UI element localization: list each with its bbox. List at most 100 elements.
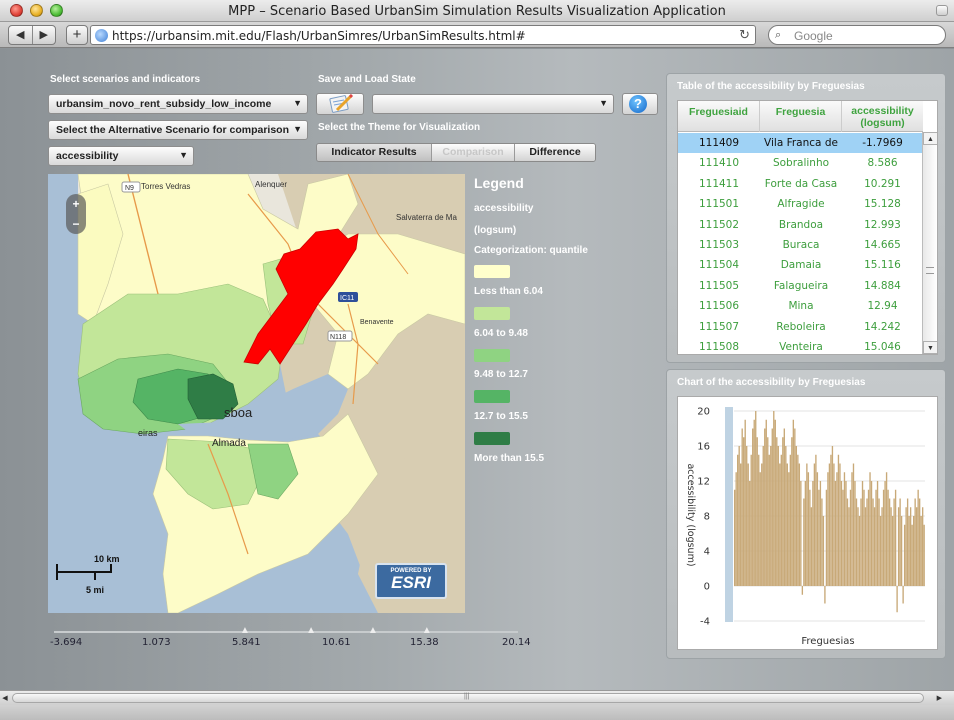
chart-bar[interactable]	[884, 481, 886, 586]
chart-bar[interactable]	[849, 489, 852, 586]
alt-scenario-dropdown[interactable]: Select the Alternative Scenario for comp…	[48, 120, 308, 140]
save-state-button[interactable]	[316, 93, 364, 115]
chart-bar[interactable]	[807, 472, 810, 586]
chart-bar[interactable]	[852, 463, 855, 587]
chart-bar[interactable]	[911, 524, 913, 586]
accessibility-table[interactable]: Freguesiaid Freguesia accessibility (log…	[677, 100, 938, 355]
bar-chart[interactable]: 20 16 12 8 4 0 -4 accessibility (logsum) Fregu…	[678, 397, 937, 649]
chart-bar[interactable]	[851, 472, 853, 586]
chart-bar[interactable]	[848, 507, 850, 586]
chart-bar[interactable]	[779, 463, 781, 587]
table-row[interactable]: 111409 Vila Franca de -1.7969	[678, 133, 923, 154]
chart-bar[interactable]	[744, 419, 746, 586]
chart-bar[interactable]	[737, 454, 739, 586]
chart-bar[interactable]	[845, 481, 847, 586]
chart-bar[interactable]	[912, 516, 915, 586]
chart-bar[interactable]	[801, 586, 804, 595]
table-row[interactable]: 111411 Forte da Casa 10.291	[678, 174, 923, 194]
chart-bar[interactable]	[780, 454, 782, 586]
chart-bar[interactable]	[830, 454, 832, 586]
chart-bar[interactable]	[894, 489, 897, 586]
chart-bar[interactable]	[836, 472, 838, 586]
chart-bar[interactable]	[899, 498, 901, 587]
chart-bar[interactable]	[917, 489, 919, 586]
chart-bar[interactable]	[831, 446, 834, 586]
chart-bar[interactable]	[828, 463, 831, 587]
help-button[interactable]: ?	[622, 93, 658, 115]
chart-bar[interactable]	[789, 454, 791, 586]
chart-bar[interactable]	[860, 498, 862, 587]
chart-bar[interactable]	[833, 463, 835, 587]
chart-bar[interactable]	[915, 507, 918, 586]
table-row[interactable]: 111506 Mina 12.94	[678, 296, 923, 316]
chart-bar[interactable]	[773, 411, 775, 586]
chart-bar[interactable]	[738, 446, 740, 586]
chart-bar[interactable]	[872, 498, 874, 587]
chart-bar[interactable]	[878, 498, 880, 587]
chart-bar[interactable]	[908, 516, 910, 586]
address-bar[interactable]: https://urbansim.mit.edu/Flash/UrbanSimr…	[90, 25, 756, 45]
chart-bar[interactable]	[815, 454, 817, 586]
chart-bar[interactable]	[771, 428, 773, 587]
chart-bar[interactable]	[869, 472, 871, 586]
chart-bar[interactable]	[755, 411, 757, 586]
chart-bar[interactable]	[764, 428, 766, 587]
chart-bar[interactable]	[843, 472, 846, 586]
chart-bar[interactable]	[875, 489, 877, 586]
column-header-accessibility[interactable]: accessibility (logsum)	[842, 101, 923, 132]
chart-bar[interactable]	[750, 454, 752, 586]
tab-indicator-results[interactable]: Indicator Results	[317, 144, 432, 161]
chart-bar[interactable]	[794, 428, 796, 587]
chart-bar[interactable]	[902, 586, 904, 604]
table-row[interactable]: 111504 Damaia 15.116	[678, 255, 923, 275]
chart-bar[interactable]	[839, 463, 841, 587]
table-scrollbar[interactable]: ▲ ▼	[922, 132, 937, 354]
chart-bar[interactable]	[846, 498, 849, 587]
chart-bar[interactable]	[887, 489, 889, 586]
slider-thumb[interactable]: ▲	[368, 625, 378, 636]
chart-bar[interactable]	[918, 498, 921, 587]
chart-bar[interactable]	[825, 489, 828, 586]
chart-bar[interactable]	[812, 481, 814, 586]
chart-bar[interactable]	[767, 437, 769, 586]
chart-bar[interactable]	[840, 481, 843, 586]
chart-bar[interactable]	[756, 437, 758, 586]
chart-bar[interactable]	[768, 454, 770, 586]
chart-bar[interactable]	[804, 481, 807, 586]
chart-bar[interactable]	[842, 489, 844, 586]
chart-bar[interactable]	[827, 472, 829, 586]
forward-button[interactable]: ▶	[33, 26, 56, 44]
chart-bar[interactable]	[734, 489, 736, 586]
chart-bar[interactable]	[870, 481, 873, 586]
map-canvas[interactable]: Torres Vedras Alenquer Salvaterra de Ma …	[48, 174, 465, 613]
chart-bar[interactable]	[914, 498, 916, 587]
chart-bar[interactable]	[903, 524, 906, 586]
chart-bar[interactable]	[786, 463, 788, 587]
chart-bar[interactable]	[800, 481, 802, 586]
chart-bar[interactable]	[792, 419, 795, 586]
chart-bar[interactable]	[819, 481, 822, 586]
chart-bar[interactable]	[921, 507, 924, 586]
scroll-down-arrow[interactable]: ▼	[923, 341, 937, 354]
chart-bar[interactable]	[747, 463, 749, 587]
state-dropdown[interactable]: ▼	[372, 94, 614, 114]
chart-bar[interactable]	[816, 472, 819, 586]
reload-icon[interactable]: ↻	[739, 27, 750, 43]
slider-thumb[interactable]: ▲	[306, 625, 316, 636]
chart-bar[interactable]	[803, 498, 805, 587]
chart-bar[interactable]	[885, 472, 888, 586]
zoom-out-button[interactable]: −	[66, 214, 86, 234]
chart-bar[interactable]	[746, 446, 748, 586]
chart-bar[interactable]	[782, 437, 784, 586]
table-row[interactable]: 111501 Alfragide 15.128	[678, 194, 923, 214]
chart-bar[interactable]	[857, 507, 859, 586]
chart-bar[interactable]	[824, 586, 826, 604]
chart-bar[interactable]	[821, 498, 823, 587]
chart-bar[interactable]	[761, 463, 763, 587]
chart-bar[interactable]	[867, 489, 870, 586]
scroll-up-arrow[interactable]: ▲	[923, 132, 937, 145]
chart-bar[interactable]	[785, 446, 787, 586]
chart-bar[interactable]	[762, 446, 764, 586]
scroll-grip[interactable]	[926, 267, 934, 274]
page-horizontal-scrollbar[interactable]: ◀ ||| ▶	[0, 690, 954, 705]
